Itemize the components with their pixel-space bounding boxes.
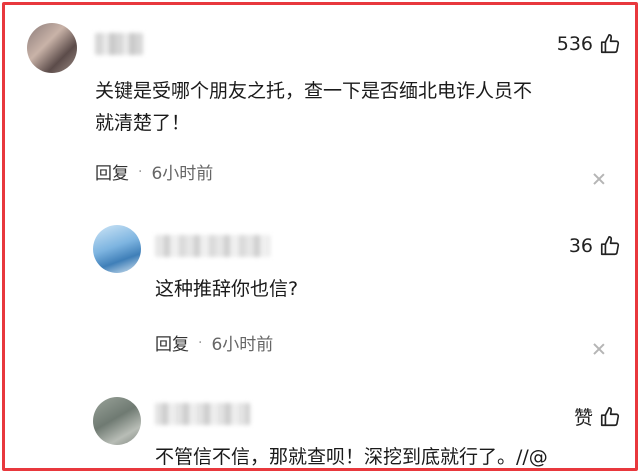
username-blurred[interactable] xyxy=(95,33,143,55)
thumbs-up-icon xyxy=(600,406,620,426)
comment-text: 不管信不信，那就查呗！深挖到底就行了。//@ xyxy=(155,446,548,468)
comment-text-line: 就清楚了！ xyxy=(95,112,191,134)
comment-text-line: 关键是受哪个朋友之托，查一下是否缅北电诈人员不 xyxy=(95,80,533,102)
thumbs-up-icon xyxy=(600,34,620,54)
like-label: 赞 xyxy=(573,407,593,429)
separator-dot: · xyxy=(138,163,143,180)
reply-button[interactable]: 回复 xyxy=(155,330,189,355)
like-button[interactable]: 赞 xyxy=(574,403,621,430)
comment-meta: 回复 · 6小时前 xyxy=(155,330,274,356)
comment-meta: 回复 · 6小时前 xyxy=(95,159,214,185)
username-blurred[interactable] xyxy=(155,403,250,425)
like-count: 536 xyxy=(556,33,593,55)
like-button[interactable]: 36 xyxy=(569,235,621,257)
timestamp: 6小时前 xyxy=(211,335,274,355)
comment-text: 这种推辞你也信? xyxy=(155,278,299,300)
close-icon[interactable] xyxy=(593,173,605,185)
screenshot-frame: 536 关键是受哪个朋友之托，查一下是否缅北电诈人员不 就清楚了！ 回复 · 6… xyxy=(2,2,638,471)
like-count: 36 xyxy=(568,235,593,257)
reply-button[interactable]: 回复 xyxy=(95,159,129,184)
comment-text: 关键是受哪个朋友之托，查一下是否缅北电诈人员不 就清楚了！ xyxy=(95,75,532,139)
close-icon[interactable] xyxy=(593,343,605,355)
username-blurred[interactable] xyxy=(155,235,270,257)
thumbs-up-icon xyxy=(600,236,620,256)
like-button[interactable]: 536 xyxy=(557,33,621,55)
separator-dot: · xyxy=(198,334,203,351)
timestamp: 6小时前 xyxy=(151,164,214,184)
avatar[interactable] xyxy=(93,397,141,445)
avatar[interactable] xyxy=(27,23,77,73)
avatar[interactable] xyxy=(93,225,141,273)
